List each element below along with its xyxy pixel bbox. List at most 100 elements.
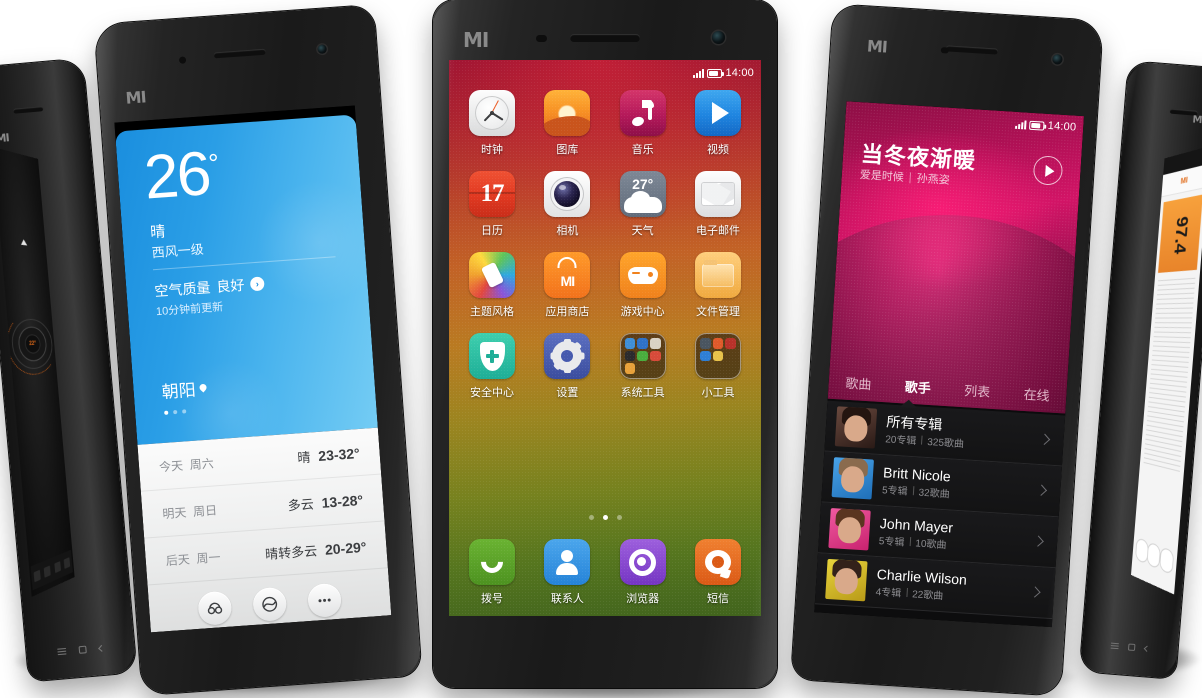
- list-item-meta: Charlie Wilson 4专辑 22歌曲: [875, 566, 1022, 608]
- app-grid[interactable]: 时钟 图库 音乐 视频 17 日历 相机 27° 天气 电子邮件 主题风格 MI…: [449, 90, 761, 414]
- contacts-icon[interactable]: [544, 539, 591, 585]
- app-label: 浏览器: [626, 593, 660, 605]
- now-playing-artist: 孙燕姿: [916, 172, 951, 187]
- app-gallery[interactable]: 图库: [536, 90, 598, 157]
- app-calendar[interactable]: 17 日历: [461, 171, 523, 238]
- clock-icon[interactable]: [469, 90, 515, 136]
- weather-action-more[interactable]: 更多: [306, 582, 344, 632]
- weather-action-index[interactable]: 指数: [197, 590, 234, 632]
- back-icon[interactable]: [97, 644, 105, 652]
- mi-glyph: MI: [560, 273, 576, 289]
- weather-icon[interactable]: 27°: [619, 171, 666, 217]
- chevron-right-icon[interactable]: [1032, 535, 1044, 547]
- app-store[interactable]: MI 应用商店: [536, 252, 598, 319]
- back-icon[interactable]: [1143, 645, 1150, 652]
- weather-screen[interactable]: 14:00 26° 晴 西风一级 空气质量 良好 › 10分钟前更新: [114, 105, 392, 633]
- app-label: 安全中心: [470, 387, 514, 399]
- air-quality-row[interactable]: 空气质量 良好 ›: [154, 273, 265, 301]
- email-icon[interactable]: [694, 171, 741, 217]
- calendar-icon[interactable]: 17: [469, 171, 515, 217]
- sms-icon[interactable]: [694, 539, 741, 585]
- more-icon[interactable]: [306, 582, 343, 619]
- camera-icon[interactable]: [544, 171, 591, 217]
- video-icon[interactable]: [694, 90, 741, 136]
- gallery-icon[interactable]: [544, 90, 591, 136]
- app-dialer[interactable]: 拨号: [461, 539, 523, 606]
- home-icon[interactable]: [1127, 643, 1136, 652]
- nav-bar[interactable]: [1105, 635, 1154, 659]
- app-file-manager[interactable]: 文件管理: [687, 252, 749, 319]
- dock[interactable]: 拨号 联系人 浏览器 短信: [449, 539, 761, 606]
- avatar: [825, 558, 868, 602]
- themes-icon[interactable]: [469, 252, 515, 298]
- forecast-range: 23-32°: [317, 444, 361, 464]
- tab-songs[interactable]: 歌曲: [845, 372, 872, 393]
- phone-home[interactable]: MI 14:00 时钟 图库 音乐 视频 17 日历 相机 27° 天气 电子邮…: [433, 0, 777, 688]
- tab-artists[interactable]: 歌手: [904, 376, 931, 397]
- music-screen[interactable]: 14:00 当冬夜渐暖 爱是时候 孙燕姿 歌曲 歌手 列表 在线 所有专辑 20…: [814, 101, 1084, 628]
- app-clock[interactable]: 时钟: [461, 90, 523, 157]
- next-icon[interactable]: [1160, 547, 1174, 574]
- folder-widgets[interactable]: 小工具: [687, 333, 749, 400]
- index-icon[interactable]: [197, 590, 233, 626]
- tab-online[interactable]: 在线: [1023, 383, 1050, 404]
- folder-icon[interactable]: [619, 333, 666, 379]
- trend-icon[interactable]: [252, 586, 288, 622]
- app-weather[interactable]: 27° 天气: [612, 171, 674, 238]
- phone-weather[interactable]: MI 14:00 26° 晴 西风一级 空气质量 良好: [94, 4, 422, 696]
- forecast-list[interactable]: 今天 周六 晴 23-32° 明天 周日 多云 13-28° 后天 周一 晴转多云 2…: [137, 427, 392, 632]
- chevron-right-icon[interactable]: ›: [249, 276, 265, 292]
- weather-action-trend[interactable]: 趋势: [252, 586, 289, 632]
- app-themes[interactable]: 主题风格: [461, 252, 523, 319]
- list-icon[interactable]: [1135, 538, 1149, 564]
- app-music[interactable]: 音乐: [612, 90, 674, 157]
- home-screen[interactable]: 14:00 时钟 图库 音乐 视频 17 日历 相机 27° 天气 电子邮件 主…: [449, 60, 761, 616]
- game-center-icon[interactable]: [619, 252, 666, 298]
- settings-icon[interactable]: [544, 333, 591, 379]
- app-email[interactable]: 电子邮件: [687, 171, 749, 238]
- compass-screen[interactable]: 22°: [0, 146, 75, 597]
- app-label: 设置: [556, 387, 579, 399]
- file-manager-icon[interactable]: [694, 252, 741, 298]
- app-store-icon[interactable]: MI: [544, 252, 591, 298]
- menu-icon[interactable]: [1110, 642, 1119, 650]
- app-sms[interactable]: 短信: [687, 539, 749, 606]
- artist-list[interactable]: 所有专辑 20专辑 325歌曲 Britt Nicole 5专辑 32歌曲 Jo…: [814, 400, 1066, 628]
- menu-icon[interactable]: [56, 647, 67, 656]
- tab-playlists[interactable]: 列表: [964, 380, 991, 401]
- radio-screen[interactable]: MI 97.4: [1130, 145, 1202, 595]
- dialer-icon[interactable]: [469, 539, 515, 585]
- music-icon[interactable]: [619, 90, 666, 136]
- browser-icon[interactable]: [619, 539, 666, 585]
- app-row: 主题风格 MI 应用商店 游戏中心 文件管理: [461, 252, 749, 319]
- home-icon[interactable]: [78, 645, 87, 654]
- chevron-right-icon[interactable]: [1035, 484, 1048, 496]
- prev-icon[interactable]: [1147, 542, 1161, 569]
- mi-logo: MI: [1192, 114, 1202, 127]
- radio-controls[interactable]: [1134, 530, 1174, 584]
- city-name-row[interactable]: 朝阳: [161, 375, 208, 403]
- app-contacts[interactable]: 联系人: [536, 539, 598, 606]
- chevron-right-icon[interactable]: [1038, 433, 1051, 445]
- app-video[interactable]: 视频: [687, 90, 749, 157]
- compass-pointer-icon: [20, 239, 28, 246]
- folder-icon[interactable]: [694, 333, 741, 379]
- station-list[interactable]: [1140, 277, 1196, 522]
- app-game-center[interactable]: 游戏中心: [612, 252, 674, 319]
- app-camera[interactable]: 相机: [536, 171, 598, 238]
- weather-current-card[interactable]: 26° 晴 西风一级 空气质量 良好 › 10分钟前更新 朝阳: [115, 114, 378, 445]
- nav-bar[interactable]: [50, 636, 111, 664]
- security-icon[interactable]: [469, 333, 515, 379]
- folder-system-tools[interactable]: 系统工具: [612, 333, 674, 400]
- frequency-value: 97.4: [1170, 214, 1191, 255]
- page-dots[interactable]: [449, 515, 761, 520]
- air-quality-value: 良好: [215, 276, 245, 295]
- play-icon[interactable]: [1032, 155, 1064, 186]
- page-dots[interactable]: [164, 409, 187, 415]
- chevron-right-icon[interactable]: [1029, 586, 1041, 598]
- app-security[interactable]: 安全中心: [461, 333, 523, 400]
- phone-radio[interactable]: MI MI 97.4: [1079, 61, 1202, 679]
- app-browser[interactable]: 浏览器: [612, 539, 674, 606]
- app-settings[interactable]: 设置: [536, 333, 598, 400]
- phone-music[interactable]: MI 14:00 当冬夜渐暖 爱是时候 孙燕姿 歌曲 歌手 列表 在线 所有专辑…: [791, 4, 1103, 696]
